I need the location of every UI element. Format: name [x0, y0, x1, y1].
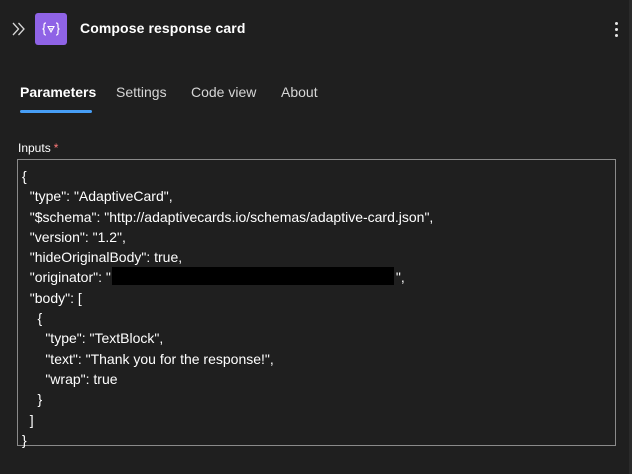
- code-line: {: [22, 168, 27, 184]
- action-title[interactable]: Compose response card: [80, 20, 246, 36]
- more-options-button[interactable]: [608, 18, 624, 40]
- redacted-value: [111, 267, 394, 286]
- code-line: "$schema": "http://adaptivecards.io/sche…: [22, 208, 434, 225]
- code-line: }: [22, 391, 43, 408]
- action-header: Compose response card: [0, 0, 632, 60]
- code-line: "body": [: [22, 289, 82, 306]
- code-line-originator: "originator": " ",: [22, 267, 433, 287]
- inputs-code-editor[interactable]: { "type": "AdaptiveCard", "$schema": "ht…: [17, 159, 616, 448]
- active-tab-indicator: [20, 110, 92, 113]
- code-line: ]: [22, 411, 34, 428]
- originator-key: "originator": ": [22, 269, 111, 286]
- code-line: "hideOriginalBody": true,: [22, 249, 183, 266]
- required-asterisk: *: [53, 141, 59, 155]
- code-line: }: [22, 431, 27, 448]
- code-line: "version": "1.2",: [22, 228, 126, 245]
- inputs-label-text: Inputs: [18, 141, 51, 155]
- code-line: "type": "TextBlock",: [22, 330, 164, 347]
- code-line: "wrap": true: [22, 370, 118, 387]
- code-lines: { "type": "AdaptiveCard", "$schema": "ht…: [22, 166, 433, 450]
- collapse-panel-button[interactable]: [11, 20, 27, 38]
- data-operation-icon: [35, 13, 67, 45]
- code-line: "text": "Thank you for the response!",: [22, 350, 274, 367]
- inputs-label: Inputs *: [18, 141, 58, 155]
- tab-settings[interactable]: Settings: [116, 84, 167, 100]
- tab-code-view[interactable]: Code view: [191, 84, 256, 100]
- tab-parameters[interactable]: Parameters: [20, 84, 96, 100]
- code-line: "type": "AdaptiveCard",: [22, 188, 173, 205]
- tab-about[interactable]: About: [281, 84, 318, 100]
- originator-suffix: ",: [395, 269, 405, 286]
- code-line: {: [22, 310, 43, 327]
- double-chevron-right-icon: [12, 22, 25, 36]
- more-vertical-icon: [614, 21, 618, 25]
